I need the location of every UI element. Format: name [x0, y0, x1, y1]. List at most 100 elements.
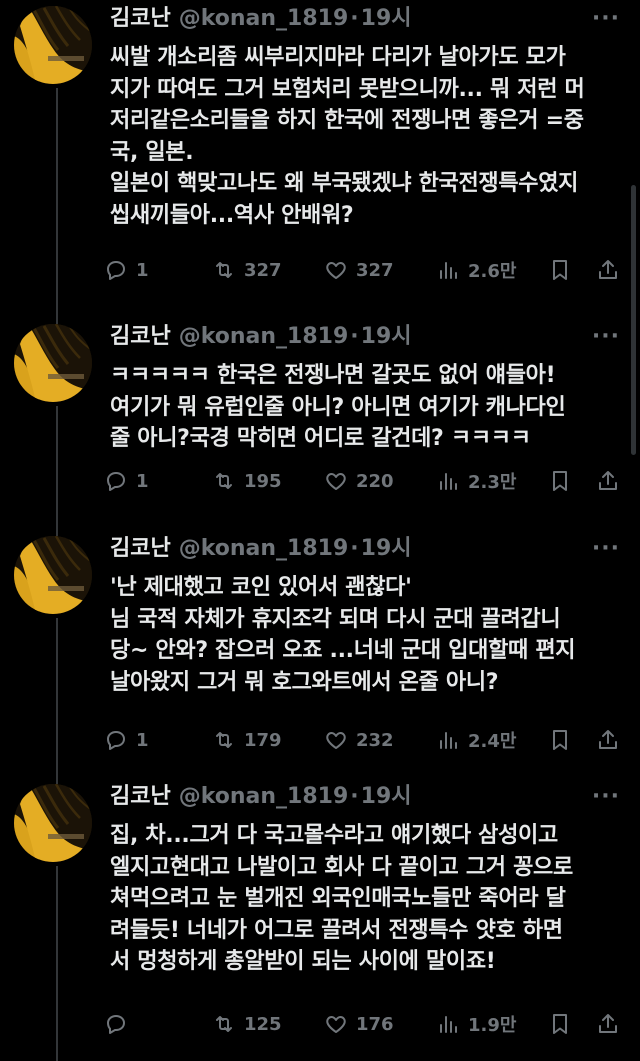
- views-button[interactable]: 2.6만: [436, 257, 516, 283]
- tweet[interactable]: 김코난 @konan_1819 · 19시 ··· '난 제대했고 코인 있어서 괜찮다'…: [0, 524, 640, 784]
- share-button[interactable]: [596, 469, 620, 493]
- share-button[interactable]: [596, 728, 620, 752]
- like-button[interactable]: 232: [324, 728, 394, 752]
- bookmark-button[interactable]: [548, 728, 572, 752]
- more-dots-icon[interactable]: ···: [592, 782, 620, 812]
- display-name[interactable]: 김코난: [110, 782, 171, 812]
- tweet-text-line: 여기가 뭐 유럽인줄 아니? 아니면 여기가 캐나다인: [110, 394, 566, 420]
- views-button[interactable]: 1.9만: [436, 1011, 516, 1037]
- retweet-button[interactable]: 125: [212, 1012, 282, 1036]
- user-handle[interactable]: @konan_1819: [179, 4, 349, 34]
- avatar[interactable]: [14, 324, 92, 402]
- avatar-image: [14, 324, 92, 402]
- timestamp[interactable]: 19시: [361, 4, 412, 34]
- heart-icon: [326, 732, 346, 749]
- tweet-header: 김코난 @konan_1819 · 19시 ···: [110, 322, 620, 352]
- display-name[interactable]: 김코난: [110, 322, 171, 352]
- user-handle[interactable]: @konan_1819: [179, 782, 349, 812]
- separator-dot: ·: [350, 536, 359, 561]
- user-handle[interactable]: @konan_1819: [179, 322, 349, 352]
- display-name[interactable]: 김코난: [110, 4, 171, 34]
- bookmark-icon: [553, 1014, 567, 1034]
- avatar[interactable]: [14, 536, 92, 614]
- tweet-actions: 125 176 1.9만: [104, 1006, 620, 1042]
- more-dots-icon[interactable]: ···: [592, 322, 620, 352]
- share-icon: [599, 471, 617, 490]
- like-count: 220: [356, 470, 394, 492]
- reply-button[interactable]: 1: [104, 258, 149, 282]
- views-count: 2.3만: [468, 472, 517, 493]
- share-icon: [599, 1014, 617, 1033]
- share-icon: [599, 730, 617, 749]
- tweet-text-line: 서 멍청하게 총알받이 되는 사이에 말이죠!: [110, 949, 496, 974]
- heart-icon: [326, 1016, 346, 1033]
- separator-dot: ·: [350, 324, 359, 349]
- bookmark-icon: [553, 730, 567, 750]
- timestamp[interactable]: 19시: [361, 534, 412, 564]
- thread-line: [56, 772, 58, 782]
- tweet-text-line: '난 제대했고 코인 있어서 괜찮다': [110, 575, 412, 600]
- timestamp[interactable]: 19시: [361, 782, 412, 812]
- tweet-text-line: 집, 차...그거 다 국고몰수라고 얘기했다 삼성이고: [110, 823, 558, 848]
- views-chart-icon: [440, 732, 457, 749]
- tweet-text-line: ㅋㅋㅋㅋㅋ 한국은 전쟁나면 갈곳도 없어 얘들아!: [110, 363, 556, 388]
- views-count: 1.9만: [468, 1015, 517, 1036]
- views-chart-icon: [440, 1016, 457, 1033]
- timestamp[interactable]: 19시: [361, 322, 412, 352]
- views-chart-icon: [440, 262, 457, 279]
- tweet[interactable]: 김코난 @konan_1819 · 19시 ··· ㅋㅋㅋㅋㅋ 한국은 전쟁나면 갈곳도 …: [0, 312, 640, 536]
- tweet-text: 씨발 개소리좀 씨부리지마라 다리가 날아가도 모가지가 따여도 그거 보험처리…: [110, 42, 624, 231]
- tweet-actions: 1 195 220 2.3만: [104, 463, 620, 499]
- reply-button[interactable]: 1: [104, 728, 149, 752]
- retweet-button[interactable]: 195: [212, 469, 282, 493]
- like-count: 232: [356, 729, 394, 751]
- views-count: 2.6만: [468, 261, 517, 282]
- like-button[interactable]: 176: [324, 1012, 394, 1036]
- retweet-count: 327: [244, 259, 282, 281]
- like-button[interactable]: 327: [324, 258, 394, 282]
- like-button[interactable]: 220: [324, 469, 394, 493]
- scrollbar[interactable]: [631, 185, 636, 455]
- display-name[interactable]: 김코난: [110, 534, 171, 564]
- tweet-text-line: 려들듯! 너네가 어그로 끌려서 전쟁특수 얏호 하면: [110, 917, 563, 943]
- bookmark-button[interactable]: [548, 1012, 572, 1036]
- tweet-text: '난 제대했고 코인 있어서 괜찮다' 님 국적 자체가 휴지조각 되며 다시 군…: [110, 572, 624, 698]
- tweet-text: 집, 차...그거 다 국고몰수라고 얘기했다 삼성이고 엘지고현대고 나발이고 …: [110, 820, 624, 978]
- reply-icon: [107, 472, 125, 491]
- retweet-button[interactable]: 327: [212, 258, 282, 282]
- avatar[interactable]: [14, 6, 92, 84]
- retweet-icon: [216, 262, 232, 278]
- share-button[interactable]: [596, 258, 620, 282]
- reply-icon: [107, 261, 125, 280]
- tweet-text-line: 씨발 개소리좀 씨부리지마라 다리가 날아가도 모가: [110, 45, 566, 70]
- avatar[interactable]: [14, 784, 92, 862]
- more-dots-icon[interactable]: ···: [592, 4, 620, 34]
- tweet[interactable]: 김코난 @konan_1819 · 19시 ··· 집, 차...그거 다 국고몰수라고 …: [0, 772, 640, 1061]
- tweet-text-line: 날아왔지 그거 뭐 호그와트에서 온줄 아니?: [110, 669, 499, 695]
- thread-line: [56, 618, 58, 784]
- views-chart-icon: [440, 473, 457, 490]
- reply-count: 1: [136, 729, 149, 751]
- tweet-actions: 1 179 232 2.4만: [104, 722, 620, 758]
- reply-count: 1: [136, 259, 149, 281]
- bookmark-button[interactable]: [548, 469, 572, 493]
- bookmark-button[interactable]: [548, 258, 572, 282]
- reply-button[interactable]: [104, 1012, 128, 1036]
- views-button[interactable]: 2.3만: [436, 468, 516, 494]
- like-count: 176: [356, 1013, 394, 1035]
- thread-line: [56, 406, 58, 536]
- more-dots-icon[interactable]: ···: [592, 534, 620, 564]
- reply-button[interactable]: 1: [104, 469, 149, 493]
- user-handle[interactable]: @konan_1819: [179, 534, 349, 564]
- tweet[interactable]: 김코난 @konan_1819 · 19시 ··· 씨발 개소리좀 씨부리지마라 다리가 …: [0, 0, 640, 324]
- tweet-text-line: 일본이 핵맞고나도 왜 부국됐겠냐 한국전쟁특수였지: [110, 171, 579, 196]
- tweet-header: 김코난 @konan_1819 · 19시 ···: [110, 4, 620, 34]
- tweet-text-line: 저리같은소리들을 하지 한국에 전쟁나면 좋은거 =중: [110, 108, 584, 133]
- thread-line: [56, 88, 58, 324]
- views-button[interactable]: 2.4만: [436, 727, 516, 753]
- tweet-text-line: 지가 따여도 그거 보험처리 못받으니까... 뭐 저런 머: [110, 76, 585, 102]
- retweet-button[interactable]: 179: [212, 728, 282, 752]
- share-button[interactable]: [596, 1012, 620, 1036]
- bookmark-icon: [553, 260, 567, 280]
- tweet-text-line: 씹새끼들아...역사 안배워?: [110, 202, 354, 228]
